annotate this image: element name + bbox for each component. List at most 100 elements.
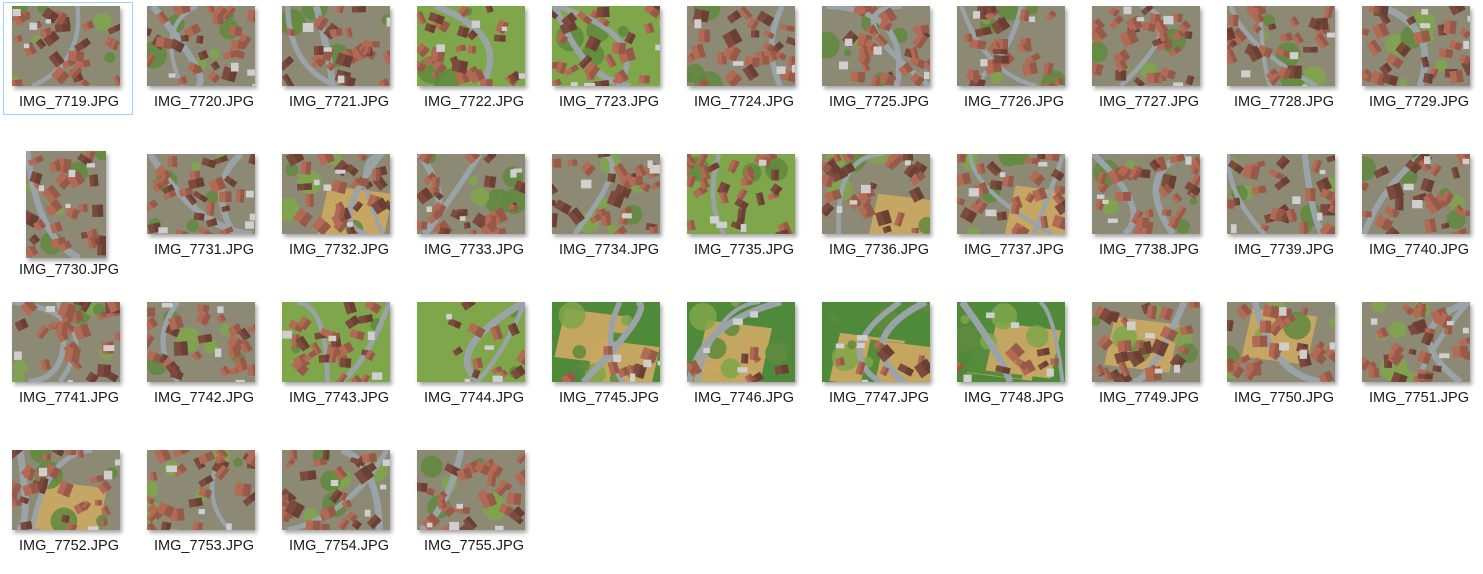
file-name: IMG_7731.JPG — [154, 242, 254, 258]
image-thumbnail — [1362, 302, 1470, 382]
image-thumbnail — [822, 154, 930, 234]
file-name: IMG_7745.JPG — [559, 390, 659, 406]
aerial-photo — [417, 302, 525, 382]
file-item[interactable]: IMG_7748.JPG — [948, 298, 1078, 411]
aerial-photo — [1362, 154, 1470, 234]
file-item[interactable]: IMG_7732.JPG — [273, 150, 403, 263]
file-item[interactable]: IMG_7751.JPG — [1353, 298, 1483, 411]
image-thumbnail — [552, 6, 660, 86]
aerial-photo — [1227, 6, 1335, 86]
image-thumbnail — [822, 6, 930, 86]
image-thumbnail — [417, 450, 525, 530]
aerial-photo — [1362, 302, 1470, 382]
file-item[interactable]: IMG_7742.JPG — [138, 298, 268, 411]
image-thumbnail — [687, 302, 795, 382]
file-item[interactable]: IMG_7719.JPG — [3, 2, 133, 115]
image-thumbnail — [822, 302, 930, 382]
aerial-photo — [552, 154, 660, 234]
file-name: IMG_7751.JPG — [1369, 390, 1469, 406]
file-name: IMG_7736.JPG — [829, 242, 929, 258]
file-item[interactable]: IMG_7739.JPG — [1218, 150, 1348, 263]
file-item[interactable]: IMG_7724.JPG — [678, 2, 808, 115]
aerial-photo — [282, 302, 390, 382]
file-item[interactable]: IMG_7736.JPG — [813, 150, 943, 263]
image-thumbnail — [1362, 6, 1470, 86]
image-thumbnail — [687, 154, 795, 234]
image-thumbnail — [1227, 154, 1335, 234]
image-thumbnail — [1362, 154, 1470, 234]
image-thumbnail — [282, 450, 390, 530]
aerial-photo — [687, 302, 795, 382]
file-item[interactable]: IMG_7731.JPG — [138, 150, 268, 263]
aerial-photo — [822, 154, 930, 234]
image-thumbnail — [282, 302, 390, 382]
file-item[interactable]: IMG_7752.JPG — [3, 446, 133, 559]
image-thumbnail — [147, 6, 255, 86]
image-thumbnail — [147, 302, 255, 382]
file-item[interactable]: IMG_7723.JPG — [543, 2, 673, 115]
file-item[interactable]: IMG_7743.JPG — [273, 298, 403, 411]
file-name: IMG_7724.JPG — [694, 94, 794, 110]
file-item[interactable]: IMG_7747.JPG — [813, 298, 943, 411]
file-item[interactable]: IMG_7722.JPG — [408, 2, 538, 115]
file-item[interactable]: IMG_7754.JPG — [273, 446, 403, 559]
file-item[interactable]: IMG_7721.JPG — [273, 2, 403, 115]
aerial-photo — [12, 302, 120, 382]
file-name: IMG_7738.JPG — [1099, 242, 1199, 258]
file-name: IMG_7730.JPG — [19, 262, 119, 278]
file-name: IMG_7728.JPG — [1234, 94, 1334, 110]
aerial-photo — [12, 6, 120, 86]
file-item[interactable]: IMG_7745.JPG — [543, 298, 673, 411]
file-item[interactable]: IMG_7753.JPG — [138, 446, 268, 559]
file-item[interactable]: IMG_7755.JPG — [408, 446, 538, 559]
image-thumbnail — [282, 154, 390, 234]
file-item[interactable]: IMG_7737.JPG — [948, 150, 1078, 263]
file-item[interactable]: IMG_7726.JPG — [948, 2, 1078, 115]
file-name: IMG_7729.JPG — [1369, 94, 1469, 110]
aerial-photo — [687, 154, 795, 234]
file-item[interactable]: IMG_7727.JPG — [1083, 2, 1213, 115]
file-grid: IMG_7719.JPG IMG_7720.JPG IMG_7721.JPG IMG_… — [0, 0, 1483, 574]
file-item[interactable]: IMG_7746.JPG — [678, 298, 808, 411]
file-name: IMG_7740.JPG — [1369, 242, 1469, 258]
file-item[interactable]: IMG_7741.JPG — [3, 298, 133, 411]
file-item[interactable]: IMG_7740.JPG — [1353, 150, 1483, 263]
aerial-photo — [957, 302, 1065, 382]
file-name: IMG_7719.JPG — [19, 94, 119, 110]
image-thumbnail — [687, 6, 795, 86]
file-item[interactable]: IMG_7734.JPG — [543, 150, 673, 263]
file-item[interactable]: IMG_7729.JPG — [1353, 2, 1483, 115]
aerial-photo — [687, 6, 795, 86]
aerial-photo — [26, 151, 106, 258]
aerial-photo — [957, 6, 1065, 86]
image-thumbnail — [552, 154, 660, 234]
aerial-photo — [822, 302, 930, 382]
file-item[interactable]: IMG_7744.JPG — [408, 298, 538, 411]
file-item[interactable]: IMG_7733.JPG — [408, 150, 538, 263]
file-name: IMG_7726.JPG — [964, 94, 1064, 110]
aerial-photo — [957, 154, 1065, 234]
file-item[interactable]: IMG_7749.JPG — [1083, 298, 1213, 411]
file-item[interactable]: IMG_7750.JPG — [1218, 298, 1348, 411]
aerial-photo — [1362, 6, 1470, 86]
file-item[interactable]: IMG_7738.JPG — [1083, 150, 1213, 263]
image-thumbnail — [1227, 6, 1335, 86]
image-thumbnail — [12, 450, 120, 530]
aerial-photo — [282, 154, 390, 234]
file-name: IMG_7753.JPG — [154, 538, 254, 554]
image-thumbnail — [417, 6, 525, 86]
file-item[interactable]: IMG_7720.JPG — [138, 2, 268, 115]
aerial-photo — [12, 450, 120, 530]
aerial-photo — [1092, 302, 1200, 382]
image-thumbnail — [957, 6, 1065, 86]
aerial-photo — [147, 450, 255, 530]
aerial-photo — [147, 302, 255, 382]
file-item[interactable]: IMG_7725.JPG — [813, 2, 943, 115]
file-name: IMG_7722.JPG — [424, 94, 524, 110]
aerial-photo — [147, 6, 255, 86]
file-item[interactable]: IMG_7730.JPG — [3, 150, 133, 278]
image-thumbnail — [957, 302, 1065, 382]
file-item[interactable]: IMG_7728.JPG — [1218, 2, 1348, 115]
file-item[interactable]: IMG_7735.JPG — [678, 150, 808, 263]
file-name: IMG_7746.JPG — [694, 390, 794, 406]
